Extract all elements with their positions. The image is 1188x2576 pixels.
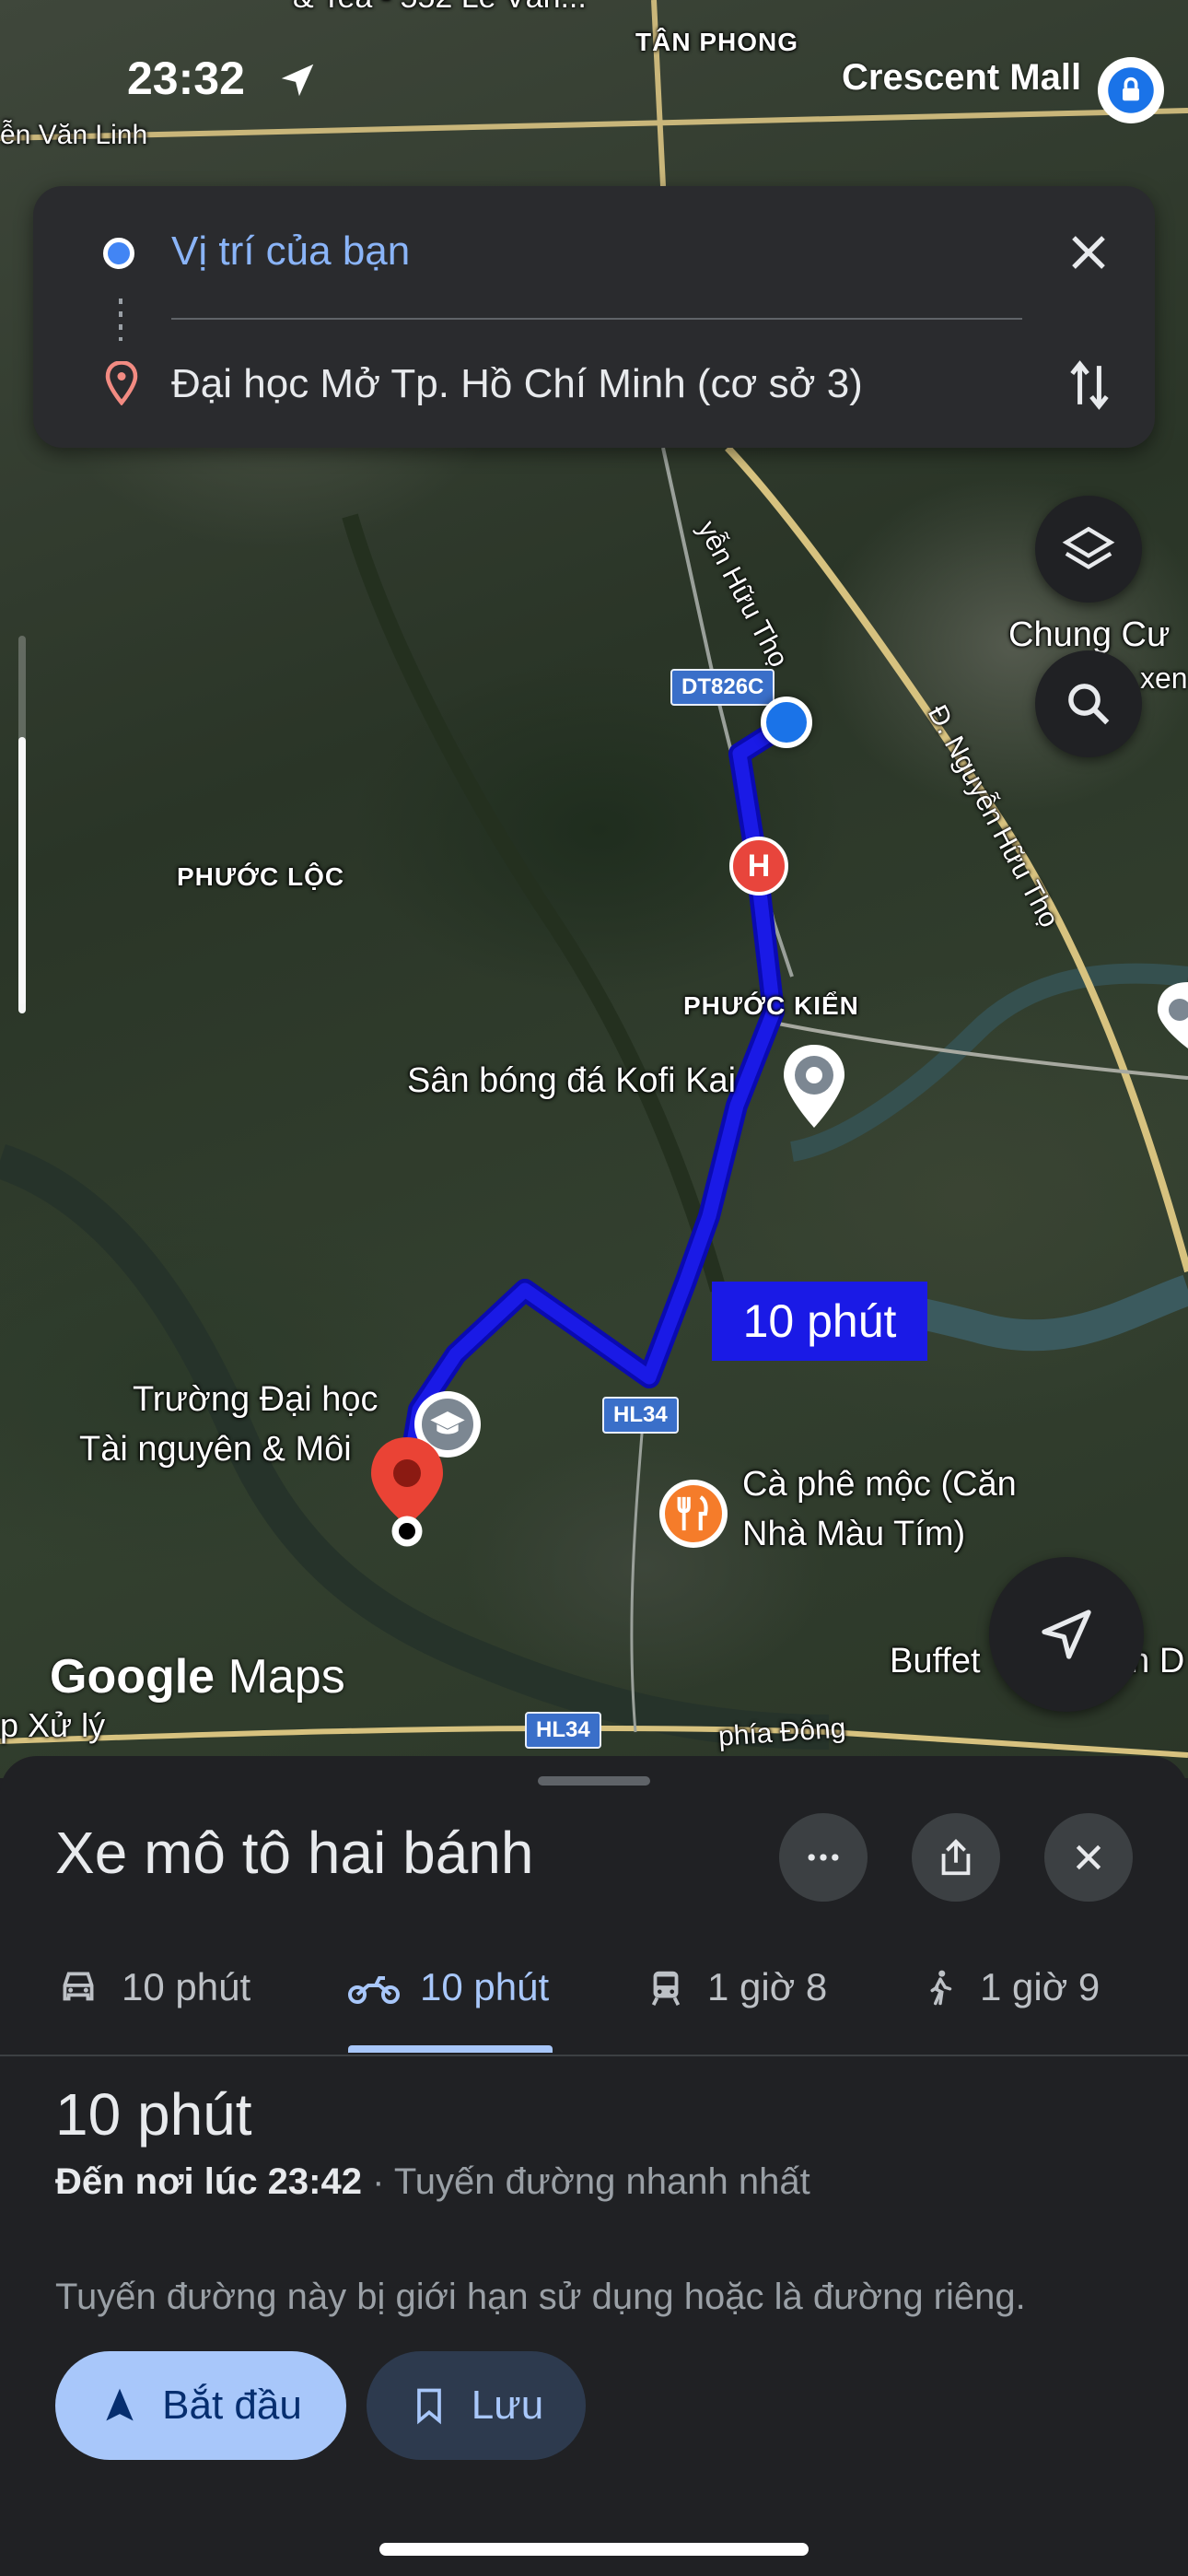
dots-divider [119, 299, 122, 341]
tab-transit-label: 1 giờ 8 [707, 1965, 828, 2008]
search-button[interactable] [1035, 650, 1142, 757]
close-icon[interactable] [1066, 230, 1111, 275]
place-pin-edge-icon[interactable] [1153, 982, 1188, 1048]
arrival-info: Đến nơi lúc 23:42 · Tuyến đường nhanh nh… [55, 2161, 810, 2203]
tab-motorbike[interactable]: 10 phút [348, 1922, 549, 2053]
road-shield-hl34: HL34 [602, 1397, 679, 1434]
google-maps-logo: Google Maps [50, 1649, 345, 1704]
more-horiz-icon [808, 1854, 839, 1861]
destination-field[interactable]: Đại học Mở Tp. Hồ Chí Minh (cơ sở 3) [171, 361, 863, 407]
save-button-label: Lưu [471, 2383, 544, 2428]
map-label-van-linh: ễn Văn Linh [0, 120, 148, 150]
layers-icon [1062, 526, 1115, 569]
map-label-buffet[interactable]: Buffet [890, 1642, 981, 1681]
swap-icon[interactable] [1066, 357, 1112, 413]
location-arrow-icon [281, 64, 314, 97]
destination-pin-icon[interactable] [368, 1437, 446, 1548]
map-label-xu-ly: p Xử lý [0, 1706, 106, 1744]
active-tab-indicator [348, 2045, 553, 2053]
origin-field[interactable]: Vị trí của bạn [171, 228, 410, 275]
share-button[interactable] [912, 1813, 1000, 1902]
navigation-arrow-icon [1042, 1610, 1091, 1659]
status-right-text: Crescent Mall [842, 57, 1082, 98]
restaurant-icon[interactable] [659, 1480, 728, 1548]
car-icon [63, 1972, 94, 2001]
route-duration: 10 phút [55, 2081, 252, 2148]
walk-icon [930, 1970, 952, 2006]
tab-walk[interactable]: 1 giờ 9 [921, 1922, 1100, 2053]
share-icon [941, 1839, 971, 1876]
route-note: · Tuyến đường nhanh nhất [362, 2161, 810, 2202]
vpn-lock-icon [1098, 57, 1164, 123]
destination-pin-small-icon [105, 361, 138, 405]
directions-sheet: Xe mô tô hai bánh 10 phút 10 phút 1 giờ … [0, 1756, 1188, 2576]
maps-word: Maps [227, 1650, 345, 1704]
map-label-cafe-1[interactable]: Cà phê mộc (Căn [742, 1465, 1017, 1505]
map-label-truong-2[interactable]: Tài nguyên & Môi [79, 1430, 352, 1469]
tab-motorbike-label: 10 phút [420, 1965, 550, 2008]
layers-button[interactable] [1035, 496, 1142, 603]
directions-card [33, 186, 1155, 448]
navigation-icon [106, 2388, 134, 2421]
tab-car[interactable]: 10 phút [55, 1922, 250, 2053]
arrival-time: Đến nơi lúc 23:42 [55, 2161, 362, 2202]
map-label-tan-phong: TÂN PHONG [635, 28, 798, 56]
search-icon [1068, 684, 1110, 725]
close-sheet-button[interactable] [1044, 1813, 1133, 1902]
road-shield-hl34-2: HL34 [525, 1712, 601, 1749]
drag-handle[interactable] [538, 1776, 650, 1786]
map-view[interactable]: 23:32 Crescent Mall & Tea - 552 Lê Văn..… [0, 0, 1188, 1778]
route-warning: Tuyến đường này bị giới hạn sử dụng hoặc… [55, 2277, 1026, 2317]
transit-icon [651, 1971, 681, 2007]
map-label-chung-cu-2: xen [1140, 662, 1188, 695]
bookmark-icon [416, 2388, 441, 2425]
recenter-button[interactable] [989, 1557, 1144, 1712]
tab-walk-label: 1 giờ 9 [980, 1965, 1101, 2008]
save-button[interactable]: Lưu [367, 2351, 586, 2460]
road-shield-dt826c: DT826C [670, 669, 775, 706]
travel-mode-title: Xe mô tô hai bánh [55, 1820, 534, 1886]
separator [171, 318, 1022, 320]
origin-dot-icon [103, 238, 134, 269]
tab-transit[interactable]: 1 giờ 8 [645, 1922, 827, 2053]
map-label-chung-cu[interactable]: Chung Cư [1008, 615, 1170, 655]
travel-mode-tabs: 10 phút 10 phút 1 giờ 8 1 giờ 9 [0, 1922, 1188, 2056]
tab-car-label: 10 phút [122, 1965, 251, 2008]
close-icon [1076, 1844, 1101, 1870]
map-label-truong-1[interactable]: Trường Đại học [133, 1380, 378, 1420]
map-label-top-poi[interactable]: & Tea - 552 Lê Văn... [293, 0, 587, 16]
map-label-cafe-2[interactable]: Nhà Màu Tím) [742, 1515, 965, 1554]
place-pin-icon[interactable] [781, 1045, 847, 1128]
hospital-icon[interactable]: H [729, 837, 788, 896]
map-label-phuoc-loc: PHƯỚC LỘC [177, 862, 345, 891]
start-button-label: Bắt đầu [162, 2383, 302, 2428]
more-options-button[interactable] [779, 1813, 868, 1902]
home-indicator[interactable] [379, 2543, 809, 2556]
route-time-chip[interactable]: 10 phút [712, 1282, 927, 1361]
current-location-dot [761, 697, 812, 748]
motorbike-icon [348, 1976, 400, 2004]
map-label-kofi[interactable]: Sân bóng đá Kofi Kai [407, 1061, 736, 1101]
start-button[interactable]: Bắt đầu [55, 2351, 346, 2460]
map-label-phuoc-kien: PHƯỚC KIỂN [683, 991, 859, 1020]
google-word: Google [50, 1650, 215, 1704]
status-time: 23:32 [127, 53, 245, 104]
